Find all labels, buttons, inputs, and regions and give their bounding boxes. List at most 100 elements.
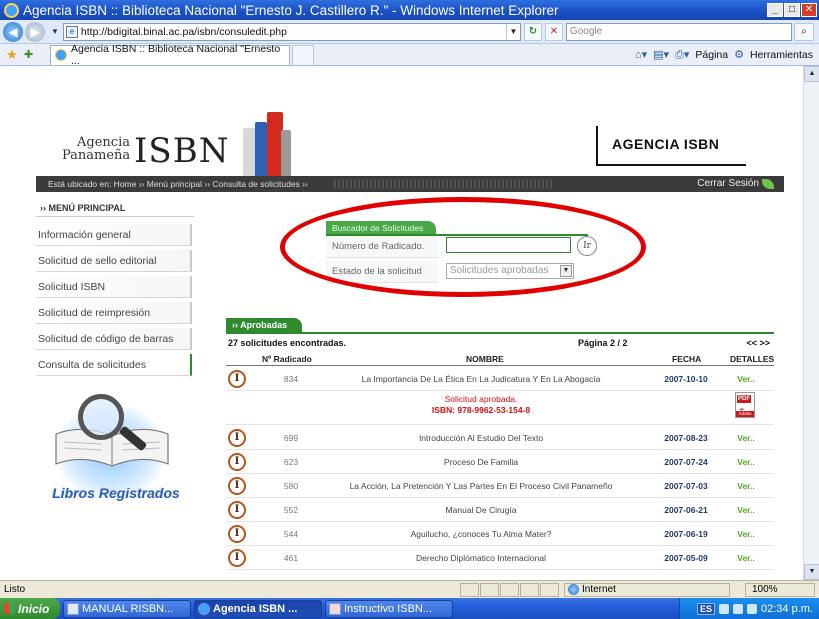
web-page: Agencia Panameña ISBN AGENCIA ISBN Está … <box>36 66 784 580</box>
info-icon[interactable]: I <box>228 477 246 495</box>
agencia-isbn-header: AGENCIA ISBN <box>596 126 746 166</box>
print-icon[interactable]: ⎙▾ <box>675 48 689 62</box>
ver-link[interactable]: Ver.. <box>726 529 766 539</box>
window-title: Agencia ISBN :: Biblioteca Nacional "Ern… <box>23 2 559 18</box>
tray-icon[interactable] <box>733 603 744 614</box>
url-dropdown-icon[interactable]: ▼ <box>505 23 520 40</box>
address-toolbar: ◀ ▶ ▼ e http://bdigital.binal.ac.pa/isbn… <box>0 20 819 44</box>
sidebar-item-informacion[interactable]: Información general <box>36 224 192 246</box>
breadcrumb-text: Está ubicado en: Home ›› Menú principal … <box>48 179 308 189</box>
ie-logo-icon <box>4 2 19 18</box>
address-field[interactable]: e http://bdigital.binal.ac.pa/isbn/consu… <box>62 22 521 41</box>
ver-link[interactable]: Ver.. <box>726 433 766 443</box>
header-nombre: NOMBRE <box>466 354 504 364</box>
maximize-button[interactable]: □ <box>784 3 800 17</box>
word-doc-icon <box>67 602 79 615</box>
back-button[interactable]: ◀ <box>3 21 23 42</box>
sidebar-item-consulta[interactable]: Consulta de solicitudes <box>36 354 192 376</box>
approved-message: Solicitud aprobada. ISBN: 978-9962-53-15… <box>431 394 531 415</box>
browser-tab[interactable]: Agencia ISBN :: Biblioteca Nacional "Ern… <box>50 43 290 67</box>
search-input[interactable]: Google <box>565 22 792 41</box>
status-bar: Listo Internet 100% <box>0 580 819 598</box>
tray-icon[interactable] <box>719 603 730 614</box>
info-icon[interactable]: I <box>228 501 246 519</box>
table-row: I 544 Aguilucho, ¿conoces Tu Alma Mater?… <box>226 522 774 546</box>
table-row: I 461 Derecho Diplómatico Internacional … <box>226 546 774 570</box>
info-icon[interactable]: I <box>228 429 246 447</box>
favorites-star-icon[interactable]: ★ <box>6 47 24 63</box>
scroll-up-icon[interactable]: ▲ <box>804 66 819 82</box>
new-tab-button[interactable] <box>292 44 314 65</box>
clock: 02:34 p.m. <box>761 602 813 615</box>
results-page: Página 2 / 2 <box>578 338 628 348</box>
feeds-icon[interactable]: ▤▾ <box>653 48 669 61</box>
pager-links[interactable]: << >> <box>746 338 770 348</box>
taskbar-item-agencia[interactable]: Agencia ISBN ... <box>194 599 322 618</box>
table-row: I 834 La Importancia De La Ética En La J… <box>226 367 774 391</box>
add-favorites-icon[interactable]: ✚ <box>24 48 50 61</box>
tray-icon[interactable] <box>747 603 758 614</box>
sidebar-item-solicitud-isbn[interactable]: Solicitud ISBN <box>36 276 192 298</box>
info-icon[interactable]: I <box>228 549 246 567</box>
header-detalles: DETALLES <box>730 354 775 364</box>
taskbar-item-instructivo[interactable]: Instructivo ISBN... <box>325 599 453 618</box>
sidebar: ›› MENÚ PRINCIPAL Información general So… <box>36 194 196 580</box>
table-row: I 552 Manual De Cirugía 2007-06-21 Ver.. <box>226 498 774 522</box>
magnifier-icon <box>78 394 124 440</box>
command-bar: ⌂▾ ▤▾ ⎙▾ Página ⚙ Herramientas <box>635 48 819 62</box>
url-text: http://bdigital.binal.ac.pa/isbn/consule… <box>80 25 287 38</box>
ver-link[interactable]: Ver.. <box>726 553 766 563</box>
gear-icon[interactable]: ⚙ <box>734 48 744 61</box>
window-controls: _ □ ✕ <box>767 3 817 17</box>
highlight-ellipse <box>280 197 646 297</box>
start-button[interactable]: Inicio <box>0 598 60 619</box>
taskbar-item-manual[interactable]: MANUAL RISBN... <box>63 599 191 618</box>
info-icon[interactable]: I <box>228 370 246 388</box>
forward-button[interactable]: ▶ <box>25 21 45 42</box>
results-summary: 27 solicitudes encontradas. Página 2 / 2… <box>228 338 774 352</box>
ie-icon <box>198 602 210 615</box>
leaf-icon <box>762 178 774 189</box>
system-tray: ES 02:34 p.m. <box>679 598 819 619</box>
sidebar-item-codigo-barras[interactable]: Solicitud de código de barras <box>36 328 192 350</box>
page-scrollbar[interactable]: ▲ ▼ <box>803 66 819 580</box>
logout-link[interactable]: Cerrar Sesión <box>697 178 774 189</box>
refresh-button[interactable]: ↻ <box>523 22 542 41</box>
logout-label: Cerrar Sesión <box>697 178 759 189</box>
page-menu[interactable]: Página <box>695 49 728 61</box>
logo-panamena-text: Panameña <box>62 148 131 163</box>
minimize-button[interactable]: _ <box>767 3 783 17</box>
scroll-down-icon[interactable]: ▼ <box>804 564 819 580</box>
windows-logo-icon <box>4 603 15 614</box>
libros-registrados-caption: Libros Registrados <box>52 485 180 501</box>
tab-bar: ★ ✚ Agencia ISBN :: Biblioteca Nacional … <box>0 43 819 67</box>
table-row: I 623 Proceso De Familia 2007-07-24 Ver.… <box>226 450 774 474</box>
libros-registrados-banner[interactable]: Libros Registrados <box>36 384 192 520</box>
stop-button[interactable]: ✕ <box>544 22 563 41</box>
info-icon[interactable]: I <box>228 453 246 471</box>
ver-link[interactable]: Ver.. <box>726 481 766 491</box>
pdf-doc-icon <box>329 602 341 615</box>
language-indicator[interactable]: ES <box>697 602 716 615</box>
header-radicado: Nº Radicado <box>262 354 312 364</box>
ver-link[interactable]: Ver.. <box>726 505 766 515</box>
info-icon[interactable]: I <box>228 525 246 543</box>
results-header: Nº Radicado NOMBRE FECHA DETALLES <box>226 354 774 366</box>
security-zone[interactable]: Internet <box>564 582 730 597</box>
status-text: Listo <box>4 584 26 595</box>
browser-viewport: Agencia Panameña ISBN AGENCIA ISBN Está … <box>0 66 819 580</box>
sidebar-item-sello-editorial[interactable]: Solicitud de sello editorial <box>36 250 192 272</box>
tools-menu[interactable]: Herramientas <box>750 49 813 61</box>
history-dropdown-icon[interactable]: ▼ <box>51 27 59 36</box>
results-count: 27 solicitudes encontradas. <box>228 338 347 348</box>
zoom-level[interactable]: 100% <box>745 582 815 597</box>
close-button[interactable]: ✕ <box>801 3 817 17</box>
ver-link[interactable]: Ver.. <box>726 374 766 384</box>
menu-heading: ›› MENÚ PRINCIPAL <box>36 199 194 217</box>
home-icon[interactable]: ⌂▾ <box>635 48 647 61</box>
ver-link[interactable]: Ver.. <box>726 457 766 467</box>
approved-details: Solicitud aprobada. ISBN: 978-9962-53-15… <box>226 391 774 425</box>
pdf-icon[interactable]: PDF ⌁ Adobe <box>735 392 755 418</box>
search-icon[interactable]: ⌕ <box>793 22 814 41</box>
sidebar-item-reimpresion[interactable]: Solicitud de reimpresión <box>36 302 192 324</box>
